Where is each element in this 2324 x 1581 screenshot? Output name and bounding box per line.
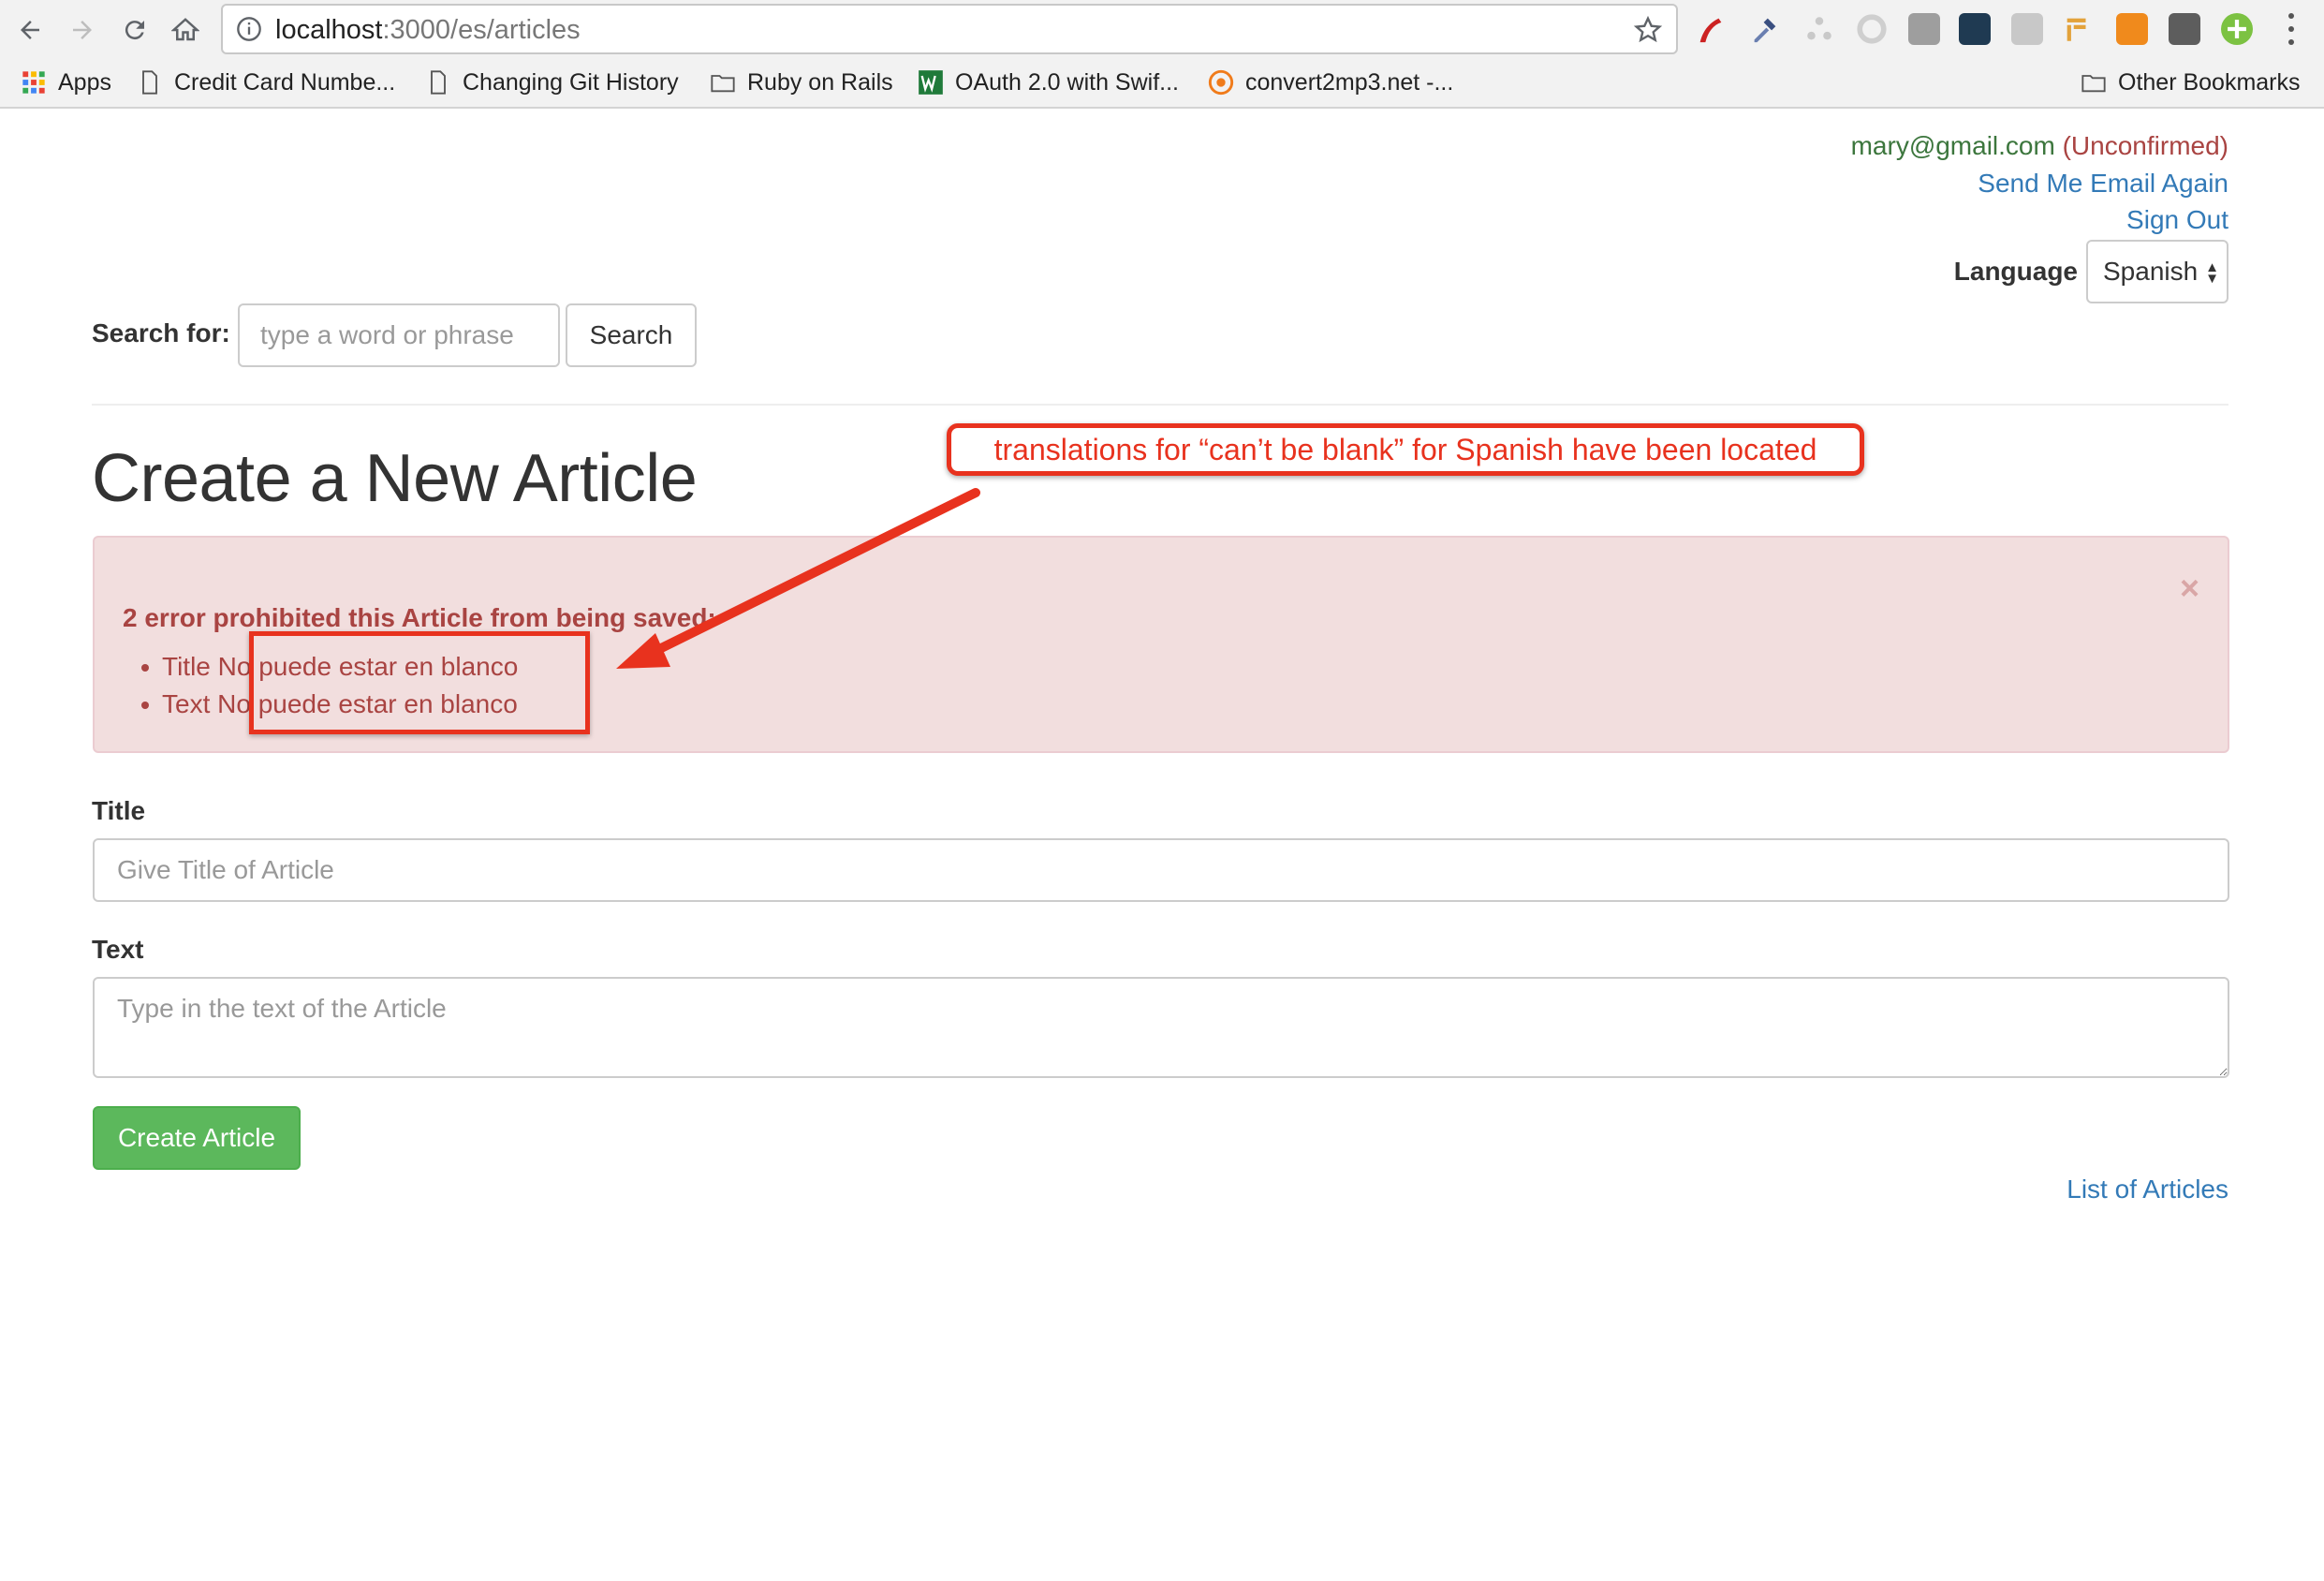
- back-button[interactable]: [9, 9, 51, 51]
- title-input[interactable]: [93, 838, 2229, 902]
- ghostery-extension-icon[interactable]: [1959, 13, 1991, 45]
- page-icon: [142, 70, 157, 95]
- address-bar[interactable]: localhost:3000/es/articles: [221, 4, 1678, 54]
- home-button[interactable]: [165, 9, 206, 51]
- annotation-arrow-icon: [616, 488, 980, 669]
- search-button[interactable]: Search: [566, 303, 697, 367]
- bookmark-git-history[interactable]: Changing Git History: [425, 66, 679, 99]
- error-heading: 2 error prohibited this Article from bei…: [123, 603, 716, 632]
- bookmark-label: OAuth 2.0 with Swif...: [955, 68, 1179, 96]
- convert-logo-icon: [1208, 69, 1234, 96]
- send-email-again-link[interactable]: Send Me Email Again: [1978, 169, 2228, 199]
- user-email: mary@gmail.com: [1850, 131, 2055, 160]
- bookmark-label: Other Bookmarks: [2118, 68, 2301, 96]
- home-icon: [171, 18, 199, 41]
- page-icon: [431, 70, 446, 95]
- bulb-extension-icon[interactable]: [2169, 13, 2200, 45]
- search-label: Search for:: [92, 318, 230, 347]
- bars-extension-icon[interactable]: [2062, 13, 2094, 45]
- bookmark-oauth[interactable]: OAuth 2.0 with Swif...: [918, 66, 1179, 99]
- list-of-articles-link[interactable]: List of Articles: [2067, 1175, 2228, 1204]
- folder-icon: [2081, 75, 2106, 93]
- text-label: Text: [92, 935, 144, 964]
- page-title: Create a New Article: [92, 441, 698, 516]
- sign-out-link[interactable]: Sign Out: [2126, 205, 2228, 235]
- close-icon[interactable]: ×: [2180, 571, 2199, 605]
- orange-extension-icon[interactable]: [2116, 13, 2148, 45]
- create-article-button[interactable]: Create Article: [93, 1106, 301, 1170]
- bookmark-apps[interactable]: Apps: [21, 66, 111, 99]
- bookmark-convert2mp3[interactable]: convert2mp3.net -...: [1208, 66, 1453, 99]
- divider: [92, 404, 2228, 406]
- bookmark-credit-card[interactable]: Credit Card Numbe...: [137, 66, 395, 99]
- browser-menu-icon[interactable]: [2285, 13, 2298, 45]
- search-input[interactable]: [238, 303, 560, 367]
- user-status: mary@gmail.com (Unconfirmed): [1851, 131, 2228, 161]
- language-select[interactable]: Spanish ▲ ▼: [2086, 240, 2228, 303]
- bookmark-other[interactable]: Other Bookmarks: [2081, 66, 2301, 99]
- note-extension-icon[interactable]: [1908, 13, 1940, 45]
- title-label: Title: [92, 796, 146, 825]
- reload-icon: [125, 21, 144, 40]
- annotation-text: translations for “can’t be blank” for Sp…: [993, 432, 1817, 466]
- text-textarea[interactable]: [93, 977, 2229, 1078]
- forward-arrow-icon: [73, 21, 92, 39]
- language-value: Spanish: [2103, 257, 2199, 286]
- annotation-highlight-box: [249, 631, 590, 734]
- bookmark-label: Ruby on Rails: [747, 68, 893, 96]
- c-extension-icon[interactable]: [2011, 13, 2043, 45]
- sitemap-extension-icon[interactable]: [1803, 13, 1835, 45]
- rails-extension-icon[interactable]: [1695, 13, 1727, 45]
- forward-button[interactable]: [62, 9, 103, 51]
- browser-chrome: localhost:3000/es/articles Apps Credit C…: [0, 0, 2324, 109]
- bookmark-label: Apps: [58, 68, 111, 96]
- select-arrows-icon: ▲ ▼: [2205, 259, 2219, 287]
- bookmark-star-icon[interactable]: [1633, 15, 1663, 45]
- info-icon[interactable]: [236, 16, 262, 42]
- back-arrow-icon: [21, 21, 39, 39]
- url-text: localhost:3000/es/articles: [275, 15, 581, 45]
- eyedropper-extension-icon[interactable]: [1749, 13, 1781, 45]
- w-logo-icon: [919, 70, 943, 95]
- bookmarks-bar: Apps Credit Card Numbe... Changing Git H…: [0, 62, 2324, 103]
- bookmark-label: convert2mp3.net -...: [1245, 68, 1454, 96]
- language-label: Language: [1953, 257, 2078, 286]
- reload-button[interactable]: [114, 9, 155, 51]
- apps-grid-icon: [22, 71, 45, 94]
- folder-icon: [711, 75, 735, 93]
- unconfirmed-badge: (Unconfirmed): [2062, 131, 2228, 160]
- swirl-extension-icon[interactable]: [1856, 13, 1888, 45]
- bookmark-label: Credit Card Numbe...: [174, 68, 396, 96]
- annotation-callout: translations for “can’t be blank” for Sp…: [947, 423, 1864, 476]
- add-extension-icon[interactable]: [2221, 13, 2253, 45]
- bookmark-label: Changing Git History: [463, 68, 679, 96]
- bookmark-ruby-on-rails[interactable]: Ruby on Rails: [710, 66, 893, 99]
